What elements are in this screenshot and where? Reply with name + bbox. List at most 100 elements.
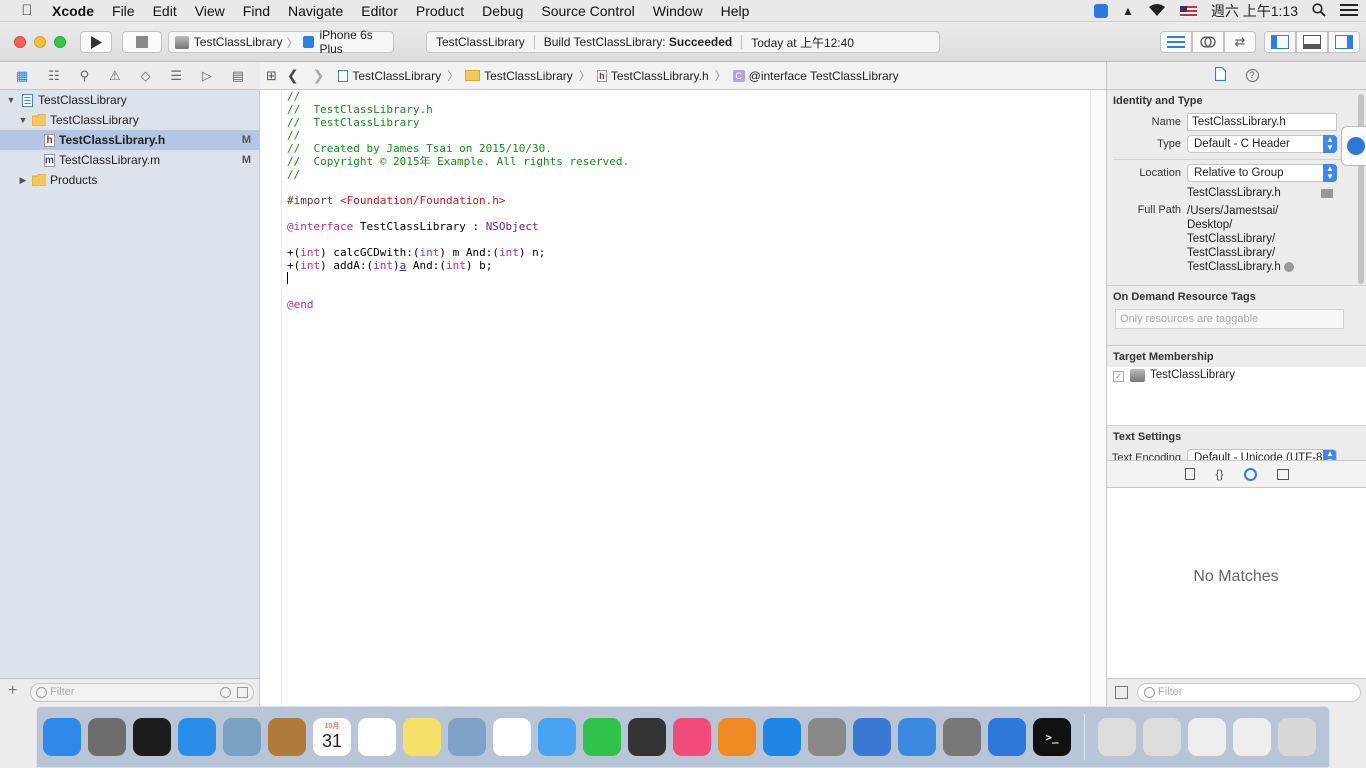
disclosure-expanded-icon[interactable]: ▼: [18, 115, 28, 125]
symbol-navigator-icon[interactable]: ☷: [48, 68, 60, 84]
run-button[interactable]: [80, 31, 112, 53]
menu-product[interactable]: Product: [416, 3, 464, 19]
target-checkbox[interactable]: ✓: [1113, 371, 1124, 382]
tree-row-group[interactable]: ▼ TestClassLibrary: [0, 110, 259, 130]
apple-menu-icon[interactable]: : [18, 2, 36, 19]
dock-calendar-icon[interactable]: 10月 31: [313, 718, 351, 756]
tree-row-header-file[interactable]: h TestClassLibrary.h M: [0, 130, 259, 150]
jump-segment-symbol[interactable]: C @interface TestClassLibrary: [732, 69, 899, 83]
code-line[interactable]: [287, 272, 629, 285]
close-window-icon[interactable]: [14, 36, 26, 48]
dock-messages-icon[interactable]: [538, 718, 576, 756]
back-arrow-icon[interactable]: ❮: [287, 67, 299, 84]
quick-help-icon[interactable]: ?: [1245, 69, 1259, 82]
code-line[interactable]: //: [287, 168, 629, 181]
eject-icon[interactable]: ▲: [1122, 4, 1134, 18]
disclosure-collapsed-icon[interactable]: ▶: [18, 175, 28, 186]
dock-safari-icon[interactable]: [178, 718, 216, 756]
tree-row-project[interactable]: ▼ TestClassLibrary: [0, 90, 259, 110]
dock-itunes-icon[interactable]: [673, 718, 711, 756]
issue-navigator-icon[interactable]: ⚠: [109, 68, 121, 84]
breakpoint-navigator-icon[interactable]: ▷: [202, 68, 212, 84]
dock-system-preferences-icon[interactable]: [808, 718, 846, 756]
menu-editor[interactable]: Editor: [361, 3, 398, 19]
find-navigator-icon[interactable]: ⚲: [80, 68, 90, 84]
editor-gutter[interactable]: [260, 90, 282, 706]
menu-debug[interactable]: Debug: [482, 3, 523, 19]
recent-files-icon[interactable]: [220, 687, 231, 698]
test-navigator-icon[interactable]: ◇: [141, 68, 151, 84]
dock-remote-desktop-icon[interactable]: [943, 718, 981, 756]
tree-row-implementation-file[interactable]: m TestClassLibrary.m M: [0, 150, 259, 170]
menu-navigate[interactable]: Navigate: [288, 3, 343, 19]
code-line[interactable]: [287, 181, 629, 194]
assistant-editor-button[interactable]: [1192, 31, 1224, 53]
scm-filter-icon[interactable]: [237, 687, 248, 698]
toggle-debug-area-button[interactable]: [1296, 31, 1328, 53]
toggle-navigator-button[interactable]: [1264, 31, 1296, 53]
menu-view[interactable]: View: [195, 3, 225, 19]
code-line[interactable]: //: [287, 129, 629, 142]
code-line[interactable]: // TestClassLibrary: [287, 116, 629, 129]
dock-mail-icon[interactable]: [223, 718, 261, 756]
dock-app-store-icon[interactable]: [763, 718, 801, 756]
code-line[interactable]: [287, 285, 629, 298]
menu-file[interactable]: File: [112, 3, 135, 19]
menu-app-xcode[interactable]: Xcode: [52, 3, 94, 19]
dock-photos-icon[interactable]: [493, 718, 531, 756]
code-line[interactable]: [287, 207, 629, 220]
dock-finder-icon[interactable]: [43, 718, 81, 756]
dock-launchpad-icon[interactable]: [88, 718, 126, 756]
code-line[interactable]: [287, 233, 629, 246]
code-line[interactable]: // TestClassLibrary.h: [287, 103, 629, 116]
file-inspector-icon[interactable]: [1214, 66, 1226, 84]
code-line[interactable]: +(int) addA:(int)a And:(int) b;: [287, 259, 629, 272]
zoom-window-icon[interactable]: [54, 36, 66, 48]
dock-notes-icon[interactable]: [403, 718, 441, 756]
teamviewer-side-tab[interactable]: [1341, 126, 1366, 166]
report-navigator-icon[interactable]: ▤: [232, 68, 244, 84]
dock-teamviewer-icon[interactable]: [988, 718, 1026, 756]
menu-edit[interactable]: Edit: [153, 3, 177, 19]
spotlight-search-icon[interactable]: [1312, 2, 1326, 20]
version-editor-button[interactable]: ⇄: [1224, 31, 1256, 53]
grid-view-icon[interactable]: [1115, 686, 1128, 699]
menu-window[interactable]: Window: [653, 3, 703, 19]
dock-preview-icon[interactable]: [448, 718, 486, 756]
add-file-icon[interactable]: +: [8, 682, 17, 700]
toggle-utilities-button[interactable]: [1328, 31, 1360, 53]
notification-center-icon[interactable]: [1340, 3, 1358, 19]
stop-button[interactable]: [122, 31, 162, 53]
code-line[interactable]: +(int) calcGCDwith:(int) m And:(int) n;: [287, 246, 629, 259]
dock-facetime-icon[interactable]: [583, 718, 621, 756]
input-source-flag-icon[interactable]: [1179, 5, 1197, 17]
dock-downloads-icon[interactable]: [1098, 718, 1136, 756]
dock-reminders-icon[interactable]: [358, 718, 396, 756]
project-navigator-icon[interactable]: ▦: [16, 68, 28, 84]
code-line[interactable]: @interface TestClassLibrary : NSObject: [287, 220, 629, 233]
tree-row-products[interactable]: ▶ Products: [0, 170, 259, 190]
dock-contacts-icon[interactable]: [268, 718, 306, 756]
choose-location-folder-icon[interactable]: [1321, 188, 1333, 198]
standard-editor-button[interactable]: [1160, 31, 1192, 53]
object-library-icon[interactable]: [1243, 467, 1257, 481]
code-line[interactable]: // Created by James Tsai on 2015/10/30.: [287, 142, 629, 155]
file-template-library-icon[interactable]: [1185, 468, 1196, 480]
navigator-filter-input[interactable]: Filter: [30, 683, 254, 702]
type-popup[interactable]: Default - C Header ▲ ▼: [1187, 135, 1337, 153]
code-line[interactable]: // Copyright © 2015年 Example. All rights…: [287, 155, 629, 168]
dock-terminal-icon[interactable]: >_: [1033, 718, 1071, 756]
disclosure-expanded-icon[interactable]: ▼: [6, 95, 16, 105]
related-items-icon[interactable]: ⊞: [266, 68, 277, 84]
menubar-clock[interactable]: 週六 上午1:13: [1211, 1, 1298, 21]
inspector-scrollbar[interactable]: [1358, 94, 1364, 284]
dock-photo-booth-icon[interactable]: [628, 718, 666, 756]
media-library-icon[interactable]: [1276, 468, 1289, 480]
code-line[interactable]: //: [287, 90, 629, 103]
reveal-in-finder-icon[interactable]: [1283, 261, 1294, 272]
dock-trash-icon[interactable]: [1278, 718, 1316, 756]
menu-help[interactable]: Help: [721, 3, 750, 19]
teamviewer-status-icon[interactable]: [1093, 4, 1108, 18]
dock-screenshot-icon[interactable]: [1143, 718, 1181, 756]
destination-device[interactable]: iPhone 6s Plus: [319, 28, 393, 56]
